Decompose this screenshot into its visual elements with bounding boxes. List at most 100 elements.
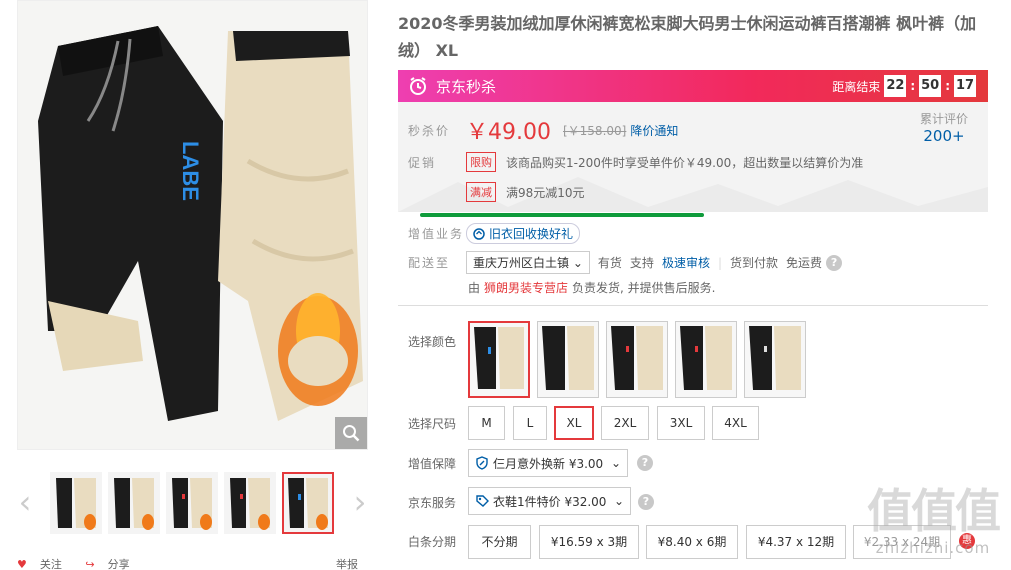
share-icon: ↪ bbox=[85, 557, 95, 570]
price-panel: 秒杀价 ￥49.00 [￥158.00] 降价通知 累计评价 200+ 促销 限… bbox=[398, 102, 988, 212]
watermark-url: zhizhizhi.com bbox=[875, 539, 991, 557]
fast-review-link[interactable]: 极速审核 bbox=[662, 254, 710, 271]
watermark-logo: 值值值 bbox=[867, 484, 1001, 538]
color-label: 选择颜色 bbox=[408, 335, 457, 349]
color-option[interactable] bbox=[537, 321, 599, 398]
color-swatch-image bbox=[745, 322, 805, 397]
thumbnail[interactable] bbox=[166, 472, 218, 534]
question-icon[interactable]: ? bbox=[637, 455, 653, 471]
warranty-dropdown[interactable]: 仨月意外换新 ¥3.00 ⌄ bbox=[468, 449, 628, 477]
seckill-label: 京东秒杀 bbox=[436, 77, 497, 96]
jd-service-dropdown[interactable]: 衣鞋1件特价 ¥32.00 ⌄ bbox=[468, 487, 631, 515]
share-button[interactable]: ↪ 分享 bbox=[85, 556, 139, 570]
installment-option[interactable]: ¥16.59 x 3期 bbox=[539, 525, 639, 559]
question-icon[interactable]: ? bbox=[638, 494, 654, 510]
promo-tag-limit: 限购 bbox=[466, 152, 496, 172]
color-option-selected[interactable] bbox=[468, 321, 530, 398]
recycle-service-label: 旧衣回收换好礼 bbox=[489, 227, 574, 241]
alarm-clock-icon bbox=[410, 77, 426, 95]
installment-option[interactable]: ¥8.40 x 6期 bbox=[646, 525, 738, 559]
price-notify-link[interactable]: 降价通知 bbox=[630, 122, 678, 139]
color-option[interactable] bbox=[606, 321, 668, 398]
installment-option[interactable]: ¥4.37 x 12期 bbox=[746, 525, 846, 559]
color-option[interactable] bbox=[675, 321, 737, 398]
installment-option[interactable]: 不分期 bbox=[468, 525, 531, 559]
cod-label: 货到付款 bbox=[730, 256, 779, 270]
recycle-icon bbox=[473, 227, 485, 240]
share-bar: ♥ 关注 ↪ 分享 举报 bbox=[17, 556, 368, 570]
section-divider bbox=[398, 305, 988, 306]
chevron-down-icon: ⌄ bbox=[572, 256, 583, 270]
report-link[interactable]: 举报 bbox=[336, 556, 358, 570]
seller-link[interactable]: 狮朗男装专营店 bbox=[484, 279, 568, 296]
seller-row: 由 狮朗男装专营店 负责发货, 并提供售后服务. bbox=[468, 279, 723, 296]
thumbnail-selected[interactable] bbox=[282, 472, 334, 534]
brand-print: LABE bbox=[178, 141, 203, 201]
seller-prefix: 由 bbox=[468, 281, 481, 295]
color-swatch-image bbox=[538, 322, 598, 397]
size-option[interactable]: 4XL bbox=[712, 406, 759, 440]
product-page: LABE ‹ › ♥ 关注 ↪ 分享 举报 2020冬季男装加绒加厚休闲裤宽松束… bbox=[0, 0, 1011, 570]
promo-text-discount: 满98元减10元 bbox=[506, 185, 585, 200]
follow-label: 关注 bbox=[39, 558, 62, 570]
countdown-separator: : bbox=[945, 79, 950, 93]
follow-button[interactable]: ♥ 关注 bbox=[17, 556, 72, 570]
thumbnail-image bbox=[226, 474, 274, 532]
chevron-down-icon: ⌄ bbox=[610, 456, 621, 470]
value-added-label: 增值业务 bbox=[408, 227, 465, 241]
seckill-banner: 京东秒杀 距离结束 22 : 50 : 17 bbox=[398, 70, 988, 102]
location-selector[interactable]: 重庆万州区白土镇 ⌄ bbox=[466, 251, 590, 274]
reviews-count[interactable]: 200+ bbox=[920, 127, 968, 145]
price-label: 秒杀价 bbox=[408, 123, 451, 138]
size-option[interactable]: 3XL bbox=[657, 406, 705, 440]
color-swatch-image bbox=[676, 322, 736, 397]
promo-text-limit: 该商品购买1-200件时享受单件价￥49.00，超出数量以结算价为准 bbox=[506, 155, 864, 170]
recycle-service-chip[interactable]: 旧衣回收换好礼 bbox=[466, 223, 581, 244]
size-option[interactable]: L bbox=[513, 406, 547, 440]
highlight-underline bbox=[420, 213, 704, 217]
stock-status: 有货 bbox=[597, 256, 622, 270]
delivery-row: 配送至 重庆万州区白土镇 ⌄ 有货 支持 极速审核 | 货到付款 免运费 ? bbox=[408, 251, 843, 274]
promo-label: 促销 bbox=[408, 155, 437, 170]
thumb-prev-arrow[interactable]: ‹ bbox=[17, 486, 33, 518]
zoom-button[interactable] bbox=[335, 417, 367, 449]
thumbnail[interactable] bbox=[108, 472, 160, 534]
installment-label: 白条分期 bbox=[408, 535, 457, 549]
countdown-seconds: 17 bbox=[954, 75, 976, 97]
size-option[interactable]: 2XL bbox=[601, 406, 649, 440]
warranty-label: 增值保障 bbox=[408, 457, 457, 471]
main-product-image[interactable]: LABE bbox=[17, 0, 368, 450]
magnifier-icon bbox=[343, 425, 360, 442]
divider: | bbox=[717, 255, 722, 270]
thumb-next-arrow[interactable]: › bbox=[352, 486, 368, 518]
watermark: 值值值 zhizhizhi.com bbox=[863, 483, 1003, 568]
warranty-value: 仨月意外换新 ¥3.00 bbox=[493, 456, 604, 471]
question-icon[interactable]: ? bbox=[826, 254, 843, 271]
promo-tag-discount[interactable]: 满减 bbox=[466, 182, 496, 202]
countdown-label: 距离结束 bbox=[832, 79, 881, 94]
size-option-selected[interactable]: XL bbox=[554, 406, 594, 440]
heart-icon: ♥ bbox=[17, 557, 27, 570]
review-summary[interactable]: 累计评价 200+ bbox=[920, 110, 968, 145]
thumbnail[interactable] bbox=[50, 472, 102, 534]
countdown: 距离结束 22 : 50 : 17 bbox=[832, 75, 988, 97]
product-title: 2020冬季男装加绒加厚休闲裤宽松束脚大码男士休闲运动裤百搭潮裤 枫叶裤（加绒）… bbox=[398, 14, 977, 60]
promo-row: 促销 限购 该商品购买1-200件时享受单件价￥49.00，超出数量以结算价为准 bbox=[408, 152, 863, 172]
delivery-label: 配送至 bbox=[408, 256, 451, 270]
jd-service-label: 京东服务 bbox=[408, 496, 457, 510]
countdown-minutes: 50 bbox=[919, 75, 942, 97]
thumbnail-image bbox=[168, 474, 216, 532]
support-label: 支持 bbox=[629, 256, 654, 270]
countdown-separator: : bbox=[910, 79, 916, 93]
shield-wrench-icon bbox=[476, 456, 488, 470]
tag-icon bbox=[476, 495, 489, 507]
thumbnail-image bbox=[52, 474, 100, 532]
value-added-row: 增值业务 旧衣回收换好礼 bbox=[408, 223, 581, 244]
thumbnail-strip: ‹ › bbox=[17, 470, 368, 540]
free-shipping-label: 免运费 bbox=[786, 256, 823, 270]
color-option[interactable] bbox=[744, 321, 806, 398]
thumbnail[interactable] bbox=[224, 472, 276, 534]
seller-suffix: 负责发货, 并提供售后服务. bbox=[572, 281, 716, 295]
countdown-hours: 22 bbox=[884, 75, 907, 97]
size-option[interactable]: M bbox=[468, 406, 505, 440]
